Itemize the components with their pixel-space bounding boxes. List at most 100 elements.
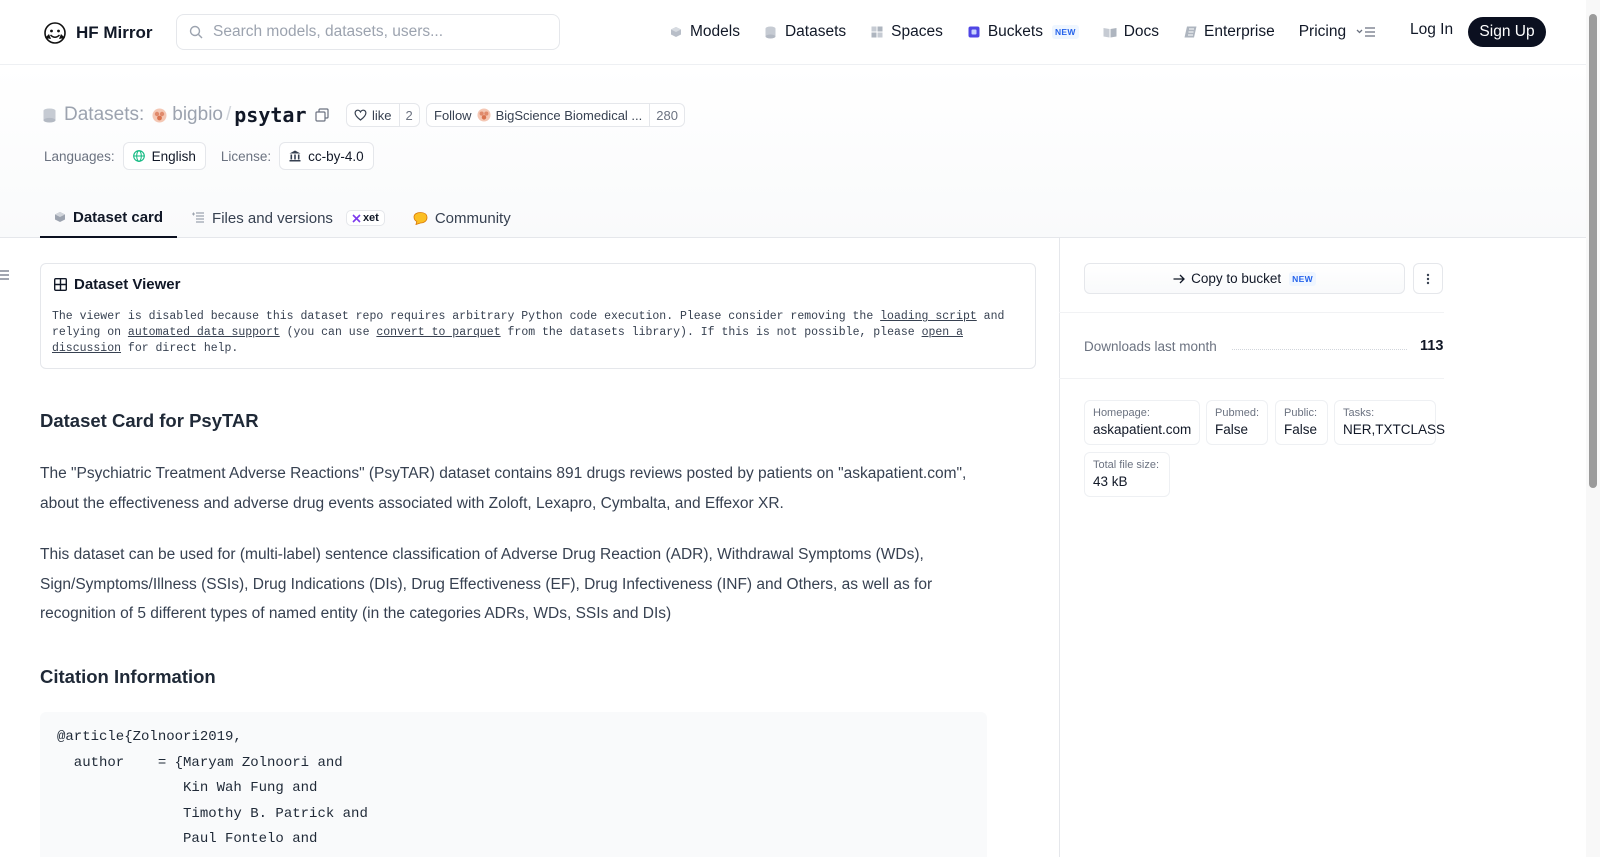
nav-enterprise[interactable]: Enterprise xyxy=(1183,23,1275,41)
info-value: askapatient.com xyxy=(1093,422,1192,437)
org-link[interactable]: bigbio xyxy=(152,104,223,126)
automated-data-support-link[interactable]: automated data support xyxy=(128,326,280,339)
arrow-right-icon xyxy=(1173,274,1186,283)
path-separator: / xyxy=(225,104,232,125)
like-button[interactable]: like 2 xyxy=(346,103,420,127)
viewer-message: The viewer is disabled because this data… xyxy=(52,309,1022,357)
info-label: Total file size: xyxy=(1093,459,1160,471)
citation-heading: Citation Information xyxy=(40,666,216,687)
new-badge: NEW xyxy=(1051,25,1079,39)
copy-to-bucket-button[interactable]: Copy to bucket NEW xyxy=(1084,263,1405,294)
follow-org-name: BigScience Biomedical ... xyxy=(495,107,643,123)
follower-count: 280 xyxy=(649,104,684,126)
info-label: Tasks: xyxy=(1343,407,1375,419)
nav-datasets-label: Datasets xyxy=(784,23,847,40)
org-name: bigbio xyxy=(172,104,223,125)
section-label[interactable]: Datasets: xyxy=(64,104,144,126)
card-paragraph: This dataset can be used for (multi-labe… xyxy=(40,546,933,622)
nav-datasets[interactable]: Datasets xyxy=(764,23,846,41)
tab-community-label: Community xyxy=(434,209,511,227)
meta-row: Languages: English License: cc-by-4.0 xyxy=(44,142,374,170)
language-tag[interactable]: English xyxy=(122,142,206,170)
sidebar-toggle-icon[interactable] xyxy=(0,268,10,282)
brand[interactable]: HF Mirror xyxy=(42,20,153,46)
viewer-title-label: Dataset Viewer xyxy=(74,276,181,293)
nav-buckets-label: Buckets xyxy=(987,23,1043,40)
info-pubmed: Pubmed: False xyxy=(1206,400,1268,445)
license-tag[interactable]: cc-by-4.0 xyxy=(279,142,374,170)
license-value: cc-by-4.0 xyxy=(308,148,364,164)
tab-community[interactable]: Community xyxy=(399,198,525,238)
languages-label: Languages: xyxy=(44,148,115,164)
copy-icon[interactable] xyxy=(314,108,329,122)
tab-dataset-card[interactable]: Dataset card xyxy=(40,198,178,238)
more-options-button[interactable] xyxy=(1413,263,1443,294)
nav-models[interactable]: Models xyxy=(669,23,740,41)
cube-icon xyxy=(669,25,683,39)
info-homepage[interactable]: Homepage: askapatient.com xyxy=(1084,400,1200,445)
downloads-label: Downloads last month xyxy=(1084,339,1217,354)
card-title: Dataset Card for PsyTAR xyxy=(40,410,259,431)
org-avatar-icon xyxy=(152,108,167,122)
dataset-viewer: Dataset Viewer The viewer is disabled be… xyxy=(40,263,1036,369)
tab-files-and-versions[interactable]: Files and versions xet xyxy=(177,198,399,238)
citation-code-block: @article{Zolnoori2019, author = {Maryam … xyxy=(40,712,987,857)
info-label: Public: xyxy=(1284,407,1318,419)
kebab-icon xyxy=(1426,273,1430,284)
brand-name: HF Mirror xyxy=(76,23,153,42)
info-value: False xyxy=(1215,422,1249,437)
login-link[interactable]: Log In xyxy=(1410,21,1453,39)
citation-code: @article{Zolnoori2019, author = {Maryam … xyxy=(57,729,368,847)
downloads-sparkline xyxy=(1232,349,1407,351)
nav-enterprise-label: Enterprise xyxy=(1204,23,1275,40)
follow-button[interactable]: Follow BigScience Biomedical ... 280 xyxy=(426,103,685,127)
info-value: False xyxy=(1284,422,1318,437)
xet-badge-label: xet xyxy=(362,212,379,224)
loading-script-link[interactable]: loading script xyxy=(880,310,977,323)
scrollbar-thumb[interactable] xyxy=(1589,14,1597,488)
search-box[interactable] xyxy=(176,14,560,50)
nav-links: Models Datasets Spaces Buckets NEW Docs … xyxy=(669,20,1370,44)
tab-dataset-card-label: Dataset card xyxy=(73,208,164,226)
like-count: 2 xyxy=(398,104,419,126)
signup-button[interactable]: Sign Up xyxy=(1468,17,1546,47)
viewer-msg-part: for direct help. xyxy=(121,342,239,355)
heart-icon xyxy=(354,109,367,121)
repo-name[interactable]: psytar xyxy=(234,103,306,127)
database-icon xyxy=(764,25,778,39)
search-icon xyxy=(189,25,203,39)
license-label: License: xyxy=(220,148,272,164)
convert-to-parquet-link[interactable]: convert to parquet xyxy=(376,326,500,339)
files-icon xyxy=(192,212,205,223)
info-total-file-size: Total file size: 43 kB xyxy=(1084,452,1170,497)
hf-logo-icon xyxy=(44,22,66,44)
info-value: NER,TXTCLASS xyxy=(1343,422,1446,437)
viewer-msg-part: The viewer is disabled because this data… xyxy=(52,310,881,323)
more-menu-button[interactable] xyxy=(1355,22,1377,42)
xet-icon xyxy=(352,213,361,223)
nav-pricing-label: Pricing xyxy=(1298,23,1347,40)
repo-tabs: Dataset card Files and versions xet Comm… xyxy=(40,198,525,238)
nav-buckets[interactable]: Buckets NEW xyxy=(967,23,1079,41)
nav-spaces[interactable]: Spaces xyxy=(870,23,943,41)
xet-badge: xet xyxy=(345,210,385,226)
info-value: 43 kB xyxy=(1093,474,1128,489)
search-input[interactable] xyxy=(213,23,543,41)
viewer-msg-part: from the datasets library). If this is n… xyxy=(500,326,922,339)
top-navbar: HF Mirror Models Datasets Spaces Buckets… xyxy=(0,0,1586,65)
card-paragraph: The "Psychiatric Treatment Adverse React… xyxy=(40,465,967,512)
viewer-msg-part: (you can use xyxy=(279,326,377,339)
nav-docs[interactable]: Docs xyxy=(1103,23,1159,41)
sidebar-separator xyxy=(1059,378,1444,379)
globe-icon xyxy=(132,150,145,162)
nav-spaces-label: Spaces xyxy=(891,23,943,40)
nav-models-label: Models xyxy=(690,23,740,40)
sidebar-divider xyxy=(1059,238,1060,857)
nav-docs-label: Docs xyxy=(1123,23,1160,40)
bucket-icon xyxy=(967,25,981,39)
follow-label: Follow xyxy=(434,107,472,123)
org-avatar-icon xyxy=(477,108,491,122)
sidebar-separator xyxy=(1059,312,1444,313)
nav-pricing[interactable]: Pricing xyxy=(1299,23,1346,41)
book-icon xyxy=(1103,25,1117,39)
